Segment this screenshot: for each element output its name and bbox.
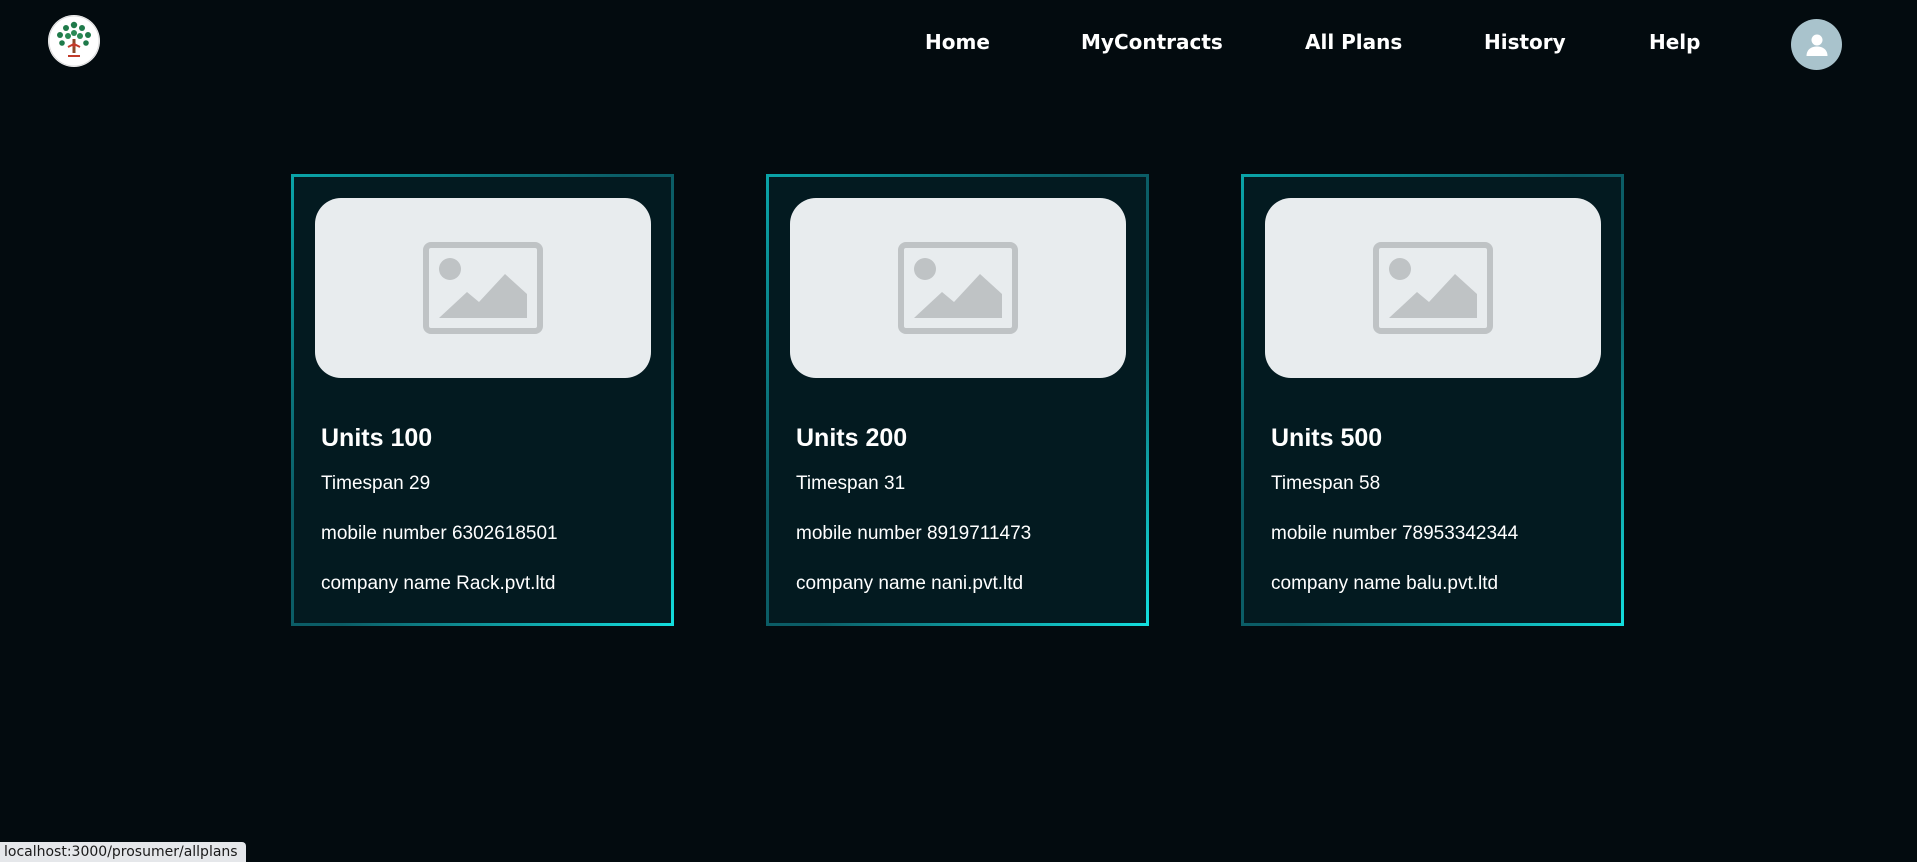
plan-timespan: Timespan 31 — [796, 473, 906, 494]
plan-mobile-number: mobile number 8919711473 — [796, 523, 1032, 544]
plan-company-name: company name Rack.pvt.ltd — [321, 573, 556, 594]
plan-image-placeholder — [315, 198, 651, 378]
nav-home[interactable]: Home — [925, 28, 990, 56]
plan-card[interactable]: Units 200 Timespan 31 mobile number 8919… — [766, 174, 1149, 626]
app-logo[interactable] — [48, 15, 100, 67]
user-icon — [1806, 34, 1827, 56]
nav-all-plans[interactable]: All Plans — [1305, 28, 1402, 56]
plan-mobile-number: mobile number 6302618501 — [321, 523, 558, 544]
image-placeholder-icon — [1373, 242, 1493, 334]
user-avatar-button[interactable] — [1791, 19, 1842, 70]
plan-units: Units 200 — [796, 424, 908, 452]
plan-units: Units 100 — [321, 424, 433, 452]
plan-company-name: company name nani.pvt.ltd — [796, 573, 1024, 594]
status-bar-url: localhost:3000/prosumer/allplans — [0, 842, 246, 862]
plan-card[interactable]: Units 500 Timespan 58 mobile number 7895… — [1241, 174, 1624, 626]
image-placeholder-icon — [423, 242, 543, 334]
tree-logo-icon — [48, 15, 100, 67]
nav-my-contracts[interactable]: MyContracts — [1081, 28, 1223, 56]
plan-image-placeholder — [790, 198, 1126, 378]
nav-history[interactable]: History — [1484, 28, 1566, 56]
plan-image-placeholder — [1265, 198, 1601, 378]
plan-timespan: Timespan 29 — [321, 473, 431, 494]
plan-company-name: company name balu.pvt.ltd — [1271, 573, 1499, 594]
plan-mobile-number: mobile number 78953342344 — [1271, 523, 1519, 544]
plan-card[interactable]: Units 100 Timespan 29 mobile number 6302… — [291, 174, 674, 626]
nav-help[interactable]: Help — [1649, 28, 1700, 56]
plan-timespan: Timespan 58 — [1271, 473, 1381, 494]
image-placeholder-icon — [898, 242, 1018, 334]
plan-units: Units 500 — [1271, 424, 1383, 452]
